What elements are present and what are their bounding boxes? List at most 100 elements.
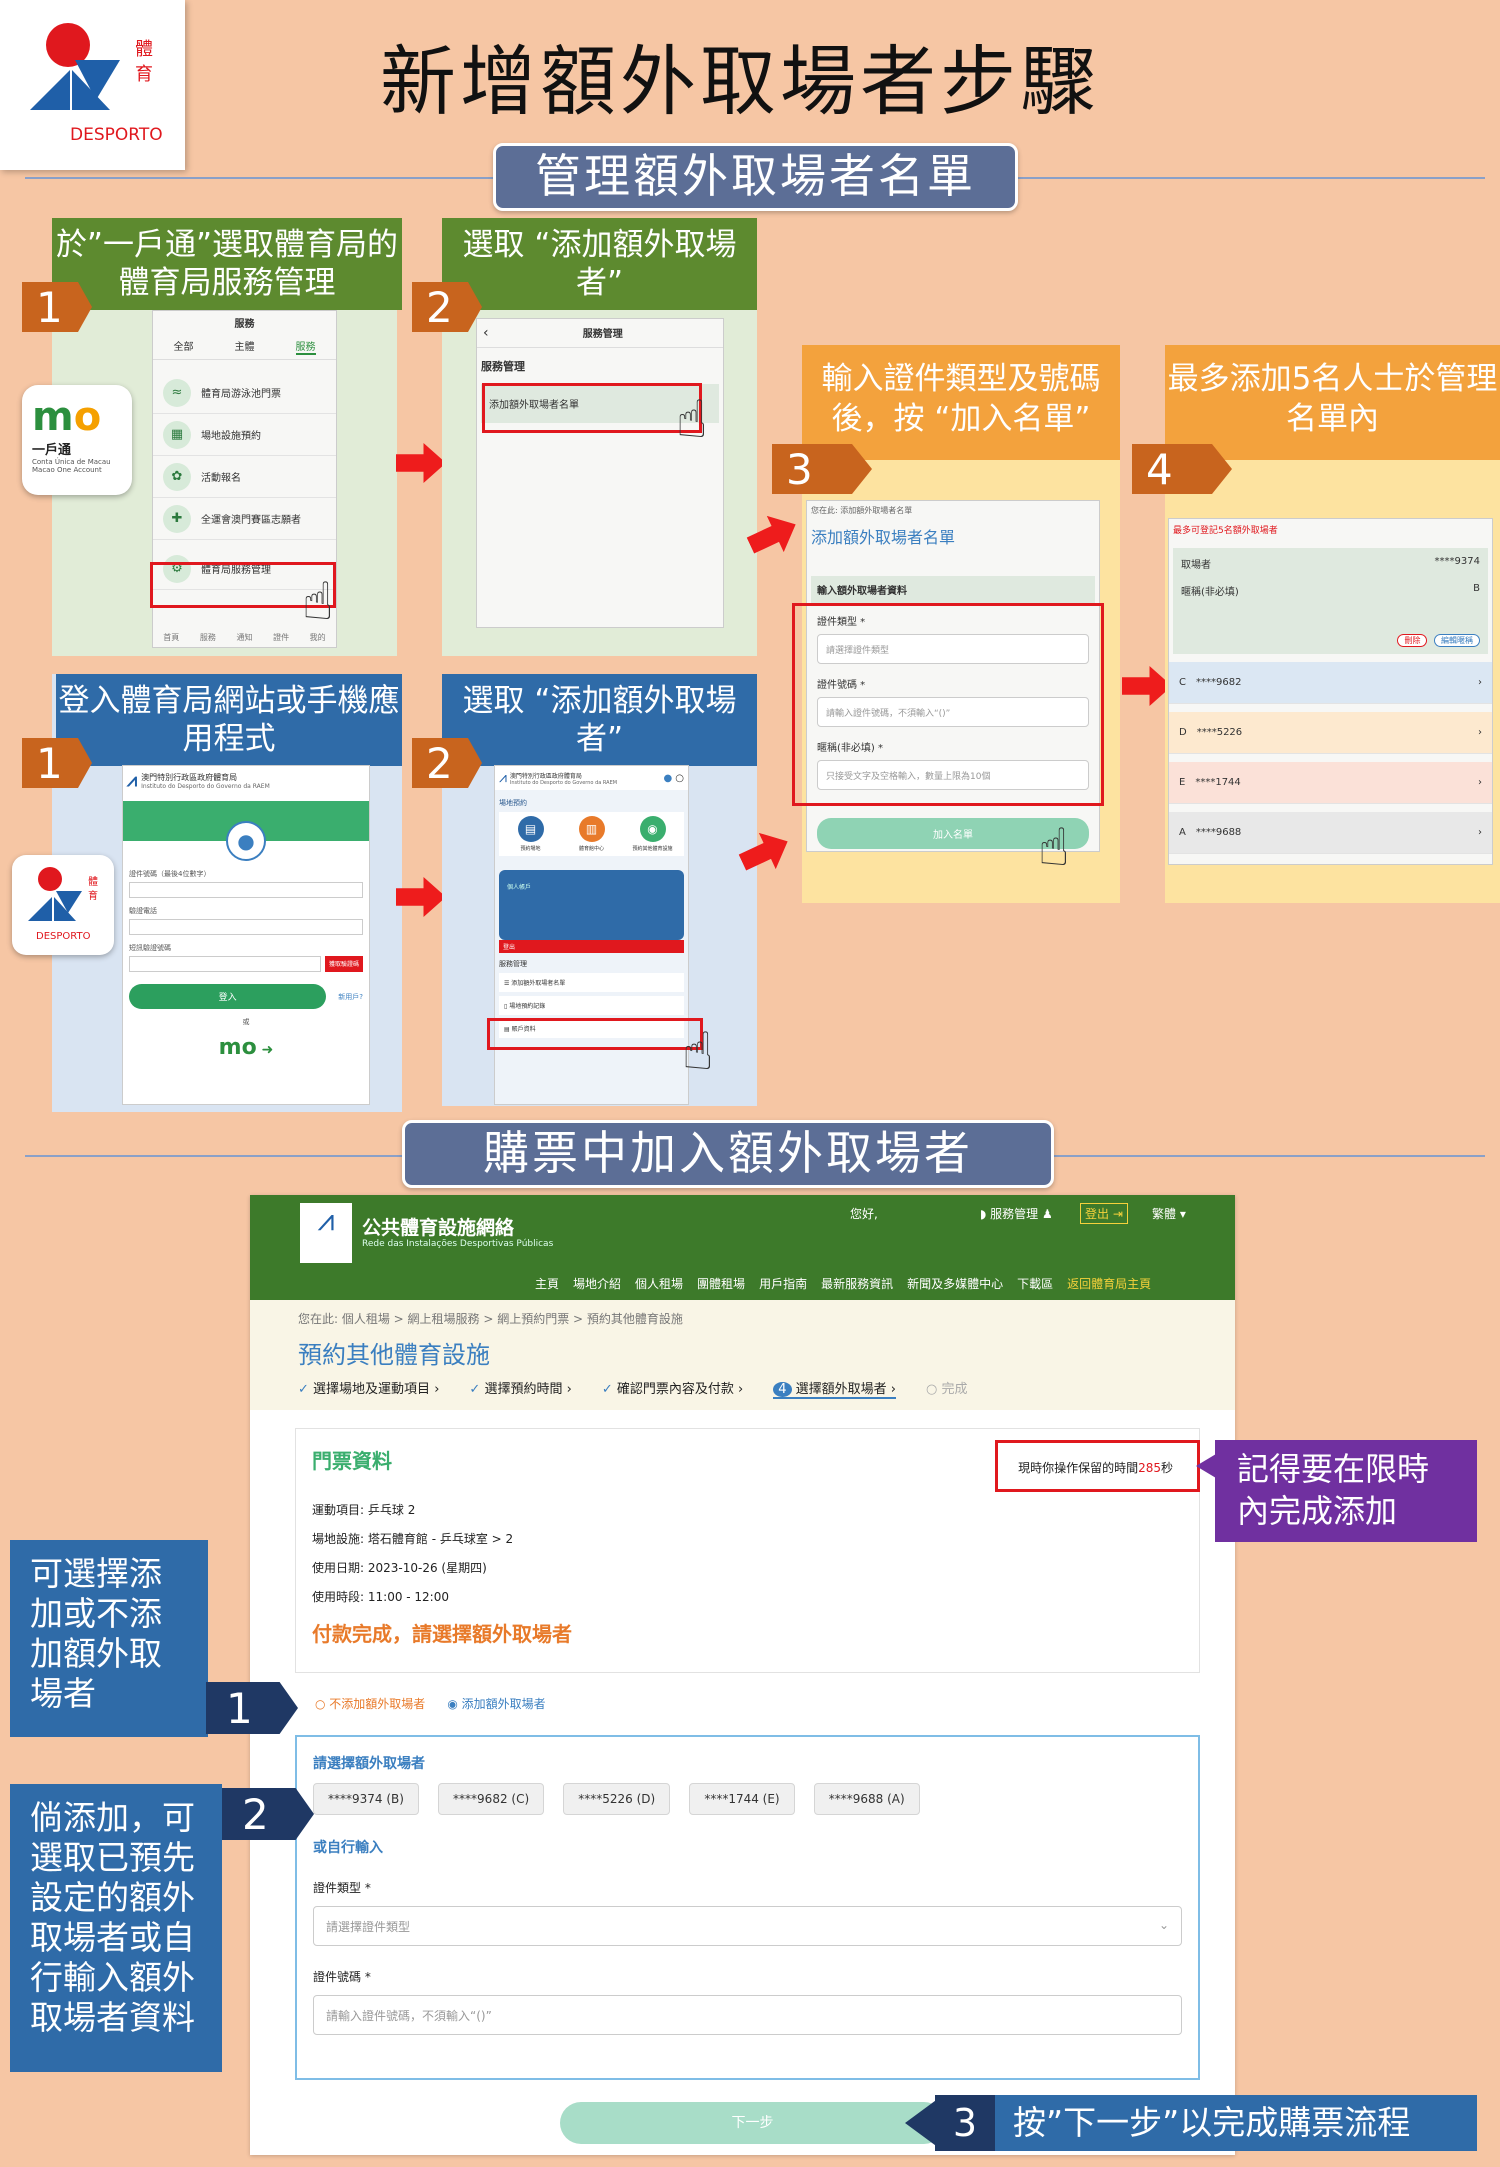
svg-text:育: 育 — [88, 889, 98, 902]
site-name: 公共體育設施網絡 — [362, 1217, 515, 1239]
delete-button[interactable]: 刪除 — [1397, 634, 1428, 647]
nav-personal[interactable]: 個人租場 — [635, 1275, 683, 1292]
collector-chip[interactable]: ****9374 (B) — [313, 1783, 419, 1815]
volunteer-icon: ✚ — [163, 504, 191, 533]
menu-booking-records[interactable]: ▯ 場地預約記錄 — [499, 996, 684, 1015]
logout-button[interactable]: 登出 — [499, 940, 684, 953]
menu-add-extra-collector[interactable]: ☰ 添加額外取場者名單 — [499, 973, 684, 992]
nav-home[interactable]: 首頁 — [163, 632, 179, 643]
progress-steps: ✓ 選擇場地及運動項目 › ✓ 選擇預約時間 › ✓ 確認門票內容及付款 › 4… — [298, 1378, 1187, 1399]
hand-pointer-icon: ☝ — [682, 1022, 714, 1082]
radio-add[interactable]: ◉ 添加額外取場者 — [447, 1695, 545, 1712]
nav-group[interactable]: 團體租場 — [697, 1275, 745, 1292]
list-item[interactable]: ≈ 體育局游泳池門票 — [153, 372, 336, 414]
side-note-1: 可選擇添加或不添加額外取場者 — [10, 1540, 208, 1737]
radio-no-add[interactable]: ○ 不添加額外取場者 — [315, 1695, 425, 1712]
nav-me[interactable]: 我的 — [310, 632, 326, 643]
collector-row[interactable]: C ****9682 › — [1169, 662, 1492, 704]
step1b-header: 登入體育局網站或手機應用程式 — [56, 674, 402, 766]
step-item: ✓ 選擇預約時間 › — [469, 1382, 572, 1397]
tile-book-venue[interactable]: ▤ 預約場地 — [503, 816, 558, 852]
step-number: 4 — [1132, 444, 1232, 494]
desporto-app-icon[interactable]: 體 育 DESPORTO — [12, 855, 114, 955]
ball-icon: ◉ — [639, 816, 666, 842]
register-link[interactable]: 新用戶? — [338, 992, 363, 1002]
tab-entity[interactable]: 主體 — [235, 338, 255, 355]
logout-link[interactable]: 登出 ⇥ — [1080, 1203, 1128, 1224]
edit-nickname-button[interactable]: 編輯暱稱 — [1434, 634, 1480, 647]
collector-chip[interactable]: ****9688 (A) — [813, 1783, 920, 1815]
id-number-input[interactable]: 請輸入證件號碼，不須輸入“()” — [313, 1995, 1182, 2035]
tile-other-facilities[interactable]: ◉ 預約其他體育設施 — [625, 816, 680, 852]
check-icon: ✓ — [298, 1382, 309, 1397]
tab-services[interactable]: 服務 — [295, 338, 316, 355]
step4-header: 最多添加5名人士於管理名單內 — [1165, 345, 1500, 460]
step-number: 3 — [772, 444, 872, 494]
building-icon: ▤ — [517, 816, 544, 842]
step-number: 1 — [22, 282, 92, 332]
step-item: ✓ 選擇場地及運動項目 › — [298, 1382, 440, 1397]
user-avatar-icon: ● — [226, 821, 266, 861]
step2a-header: 選取 “添加額外取場者” — [442, 218, 757, 310]
collector-chip[interactable]: ****9682 (C) — [438, 1783, 545, 1815]
desporto-logo-icon: ⩘ — [499, 770, 507, 786]
next-button[interactable]: 下一步 — [560, 2102, 945, 2144]
nav-back-desporto[interactable]: 返回體育局主頁 — [1067, 1275, 1151, 1292]
nav-services[interactable]: 服務 — [200, 632, 216, 643]
nav-docs[interactable]: 證件 — [273, 632, 289, 643]
user-icon: ♟ — [1041, 1207, 1053, 1221]
desporto-logo-icon: ⩘ — [300, 1203, 352, 1263]
nav-download[interactable]: 下載區 — [1017, 1275, 1053, 1292]
collector-row[interactable]: E ****1744 › — [1169, 762, 1492, 804]
nav-guide[interactable]: 用戶指南 — [759, 1275, 807, 1292]
collector-row[interactable]: D ****5226 › — [1169, 712, 1492, 754]
sms-code-input[interactable] — [129, 956, 321, 972]
id-input[interactable] — [129, 882, 363, 898]
stadium-icon: ▥ — [578, 816, 605, 842]
one-account-login-icon[interactable]: mo ➜ — [129, 1035, 363, 1060]
collector-chip[interactable]: ****1744 (E) — [689, 1783, 795, 1815]
page-title: 新增額外取場者步驟 — [380, 37, 1100, 126]
login-screen: ⩘ 澳門特別行政區政府體育局 Instituto do Desporto do Go… — [122, 765, 370, 1105]
hand-pointer-icon: ☝ — [1038, 818, 1070, 878]
service-manage-link[interactable]: ◗ 服務管理 ♟ — [980, 1205, 1053, 1222]
collector-chip[interactable]: ****5226 (D) — [563, 1783, 671, 1815]
language-select[interactable]: 繁體 ▾ — [1152, 1205, 1186, 1222]
user-icon[interactable]: ● — [664, 773, 673, 784]
highlight-box — [482, 383, 702, 433]
highlight-box — [995, 1440, 1200, 1492]
side-note-2: 倘添加，可選取已預先設定的額外取場者或自行輸入額外取場者資料 — [10, 1784, 222, 2072]
collector-row[interactable]: A ****9688 › — [1169, 812, 1492, 854]
step1a-header: 於”一戶通”選取體育局的體育局服務管理 — [52, 218, 402, 310]
phone-screen-service-manage: ‹ 服務管理 服務管理 添加額外取場者名單 — [476, 318, 724, 628]
svg-text:體: 體 — [135, 39, 153, 60]
list-item[interactable]: ✚ 全運會澳門賽區志願者 — [153, 498, 336, 540]
red-arrow-icon — [396, 443, 446, 483]
side-number: 1 — [206, 1682, 298, 1734]
list-item[interactable]: ▦ 場地設施預約 — [153, 414, 336, 456]
list-item[interactable]: ✿ 活動報名 — [153, 456, 336, 498]
chevron-right-icon: › — [1478, 677, 1482, 688]
tab-all[interactable]: 全部 — [174, 338, 194, 355]
breadcrumb: 您在此: 個人租場 > 網上租場服務 > 網上預約門票 > 預約其他體育設施 — [298, 1312, 683, 1326]
venue-icon: ▦ — [163, 420, 191, 449]
step2b-header: 選取 “添加額外取場者” — [442, 674, 757, 766]
bell-icon[interactable]: ○ — [675, 773, 684, 784]
timer-callout: 記得要在限時內完成添加 — [1215, 1440, 1477, 1542]
check-icon: ✓ — [469, 1382, 481, 1397]
nav-news-service[interactable]: 最新服務資訊 — [821, 1275, 893, 1292]
phone-input[interactable] — [129, 919, 363, 935]
nav-media[interactable]: 新聞及多媒體中心 — [907, 1275, 1003, 1292]
red-arrow-icon — [396, 877, 446, 917]
nav-notice[interactable]: 通知 — [236, 632, 252, 643]
step3-header: 輸入證件類型及號碼後，按 “加入名單” — [802, 345, 1120, 460]
id-type-select[interactable]: 請選擇證件類型 ⌄ — [313, 1906, 1182, 1946]
nav-home[interactable]: 主頁 — [535, 1275, 559, 1292]
nav-venues[interactable]: 場地介紹 — [573, 1275, 621, 1292]
login-button[interactable]: 登入 — [129, 984, 327, 1009]
one-account-app-icon[interactable]: mo 一戶通 Conta Única de Macau Macao One Ac… — [22, 385, 132, 495]
main-nav: 主頁 場地介紹 個人租場 團體租場 用戶指南 最新服務資訊 新聞及多媒體中心 下… — [535, 1275, 1151, 1292]
tile-sports-center[interactable]: ▥ 體育館中心 — [564, 816, 619, 852]
get-code-button[interactable]: 獲取驗證碼 — [324, 956, 363, 972]
collector-card: 取場者 ****9374 暱稱(非必填) B 刪除 編輯暱稱 — [1173, 548, 1488, 654]
